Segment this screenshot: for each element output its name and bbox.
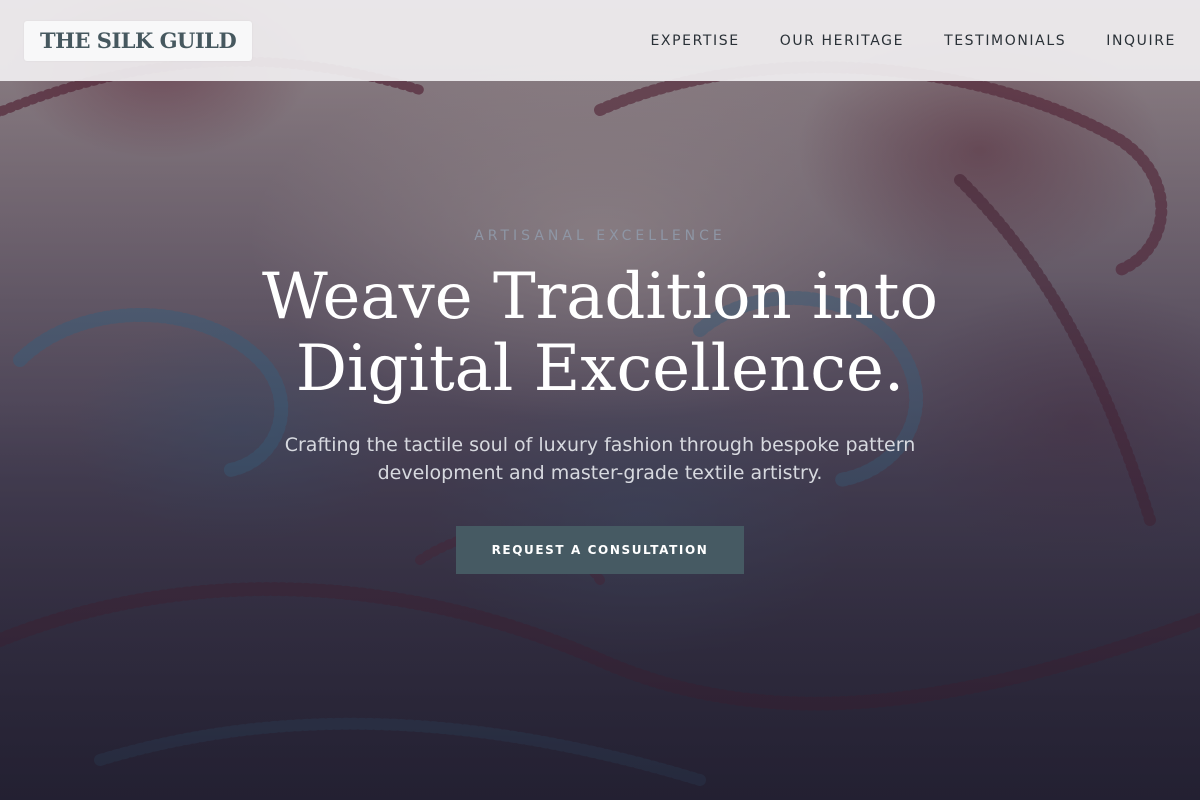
hero-headline: Weave Tradition into Digital Excellence. (261, 260, 939, 406)
hero-section: ARTISANAL EXCELLENCE Weave Tradition int… (0, 81, 1200, 800)
request-consultation-button[interactable]: REQUEST A CONSULTATION (456, 526, 744, 574)
nav-link-our-heritage[interactable]: OUR HERITAGE (780, 33, 904, 49)
site-header: THE SILK GUILD EXPERTISE OUR HERITAGE TE… (0, 0, 1200, 81)
nav-link-testimonials[interactable]: TESTIMONIALS (944, 33, 1066, 49)
nav-link-inquire[interactable]: INQUIRE (1106, 33, 1176, 49)
hero-subhead: Crafting the tactile soul of luxury fash… (284, 434, 916, 484)
logo-text: THE SILK GUILD (40, 28, 237, 53)
main-nav: EXPERTISE OUR HERITAGE TESTIMONIALS INQU… (650, 33, 1176, 49)
hero-eyebrow: ARTISANAL EXCELLENCE (474, 228, 726, 244)
logo[interactable]: THE SILK GUILD (24, 20, 253, 61)
nav-link-expertise[interactable]: EXPERTISE (650, 33, 739, 49)
